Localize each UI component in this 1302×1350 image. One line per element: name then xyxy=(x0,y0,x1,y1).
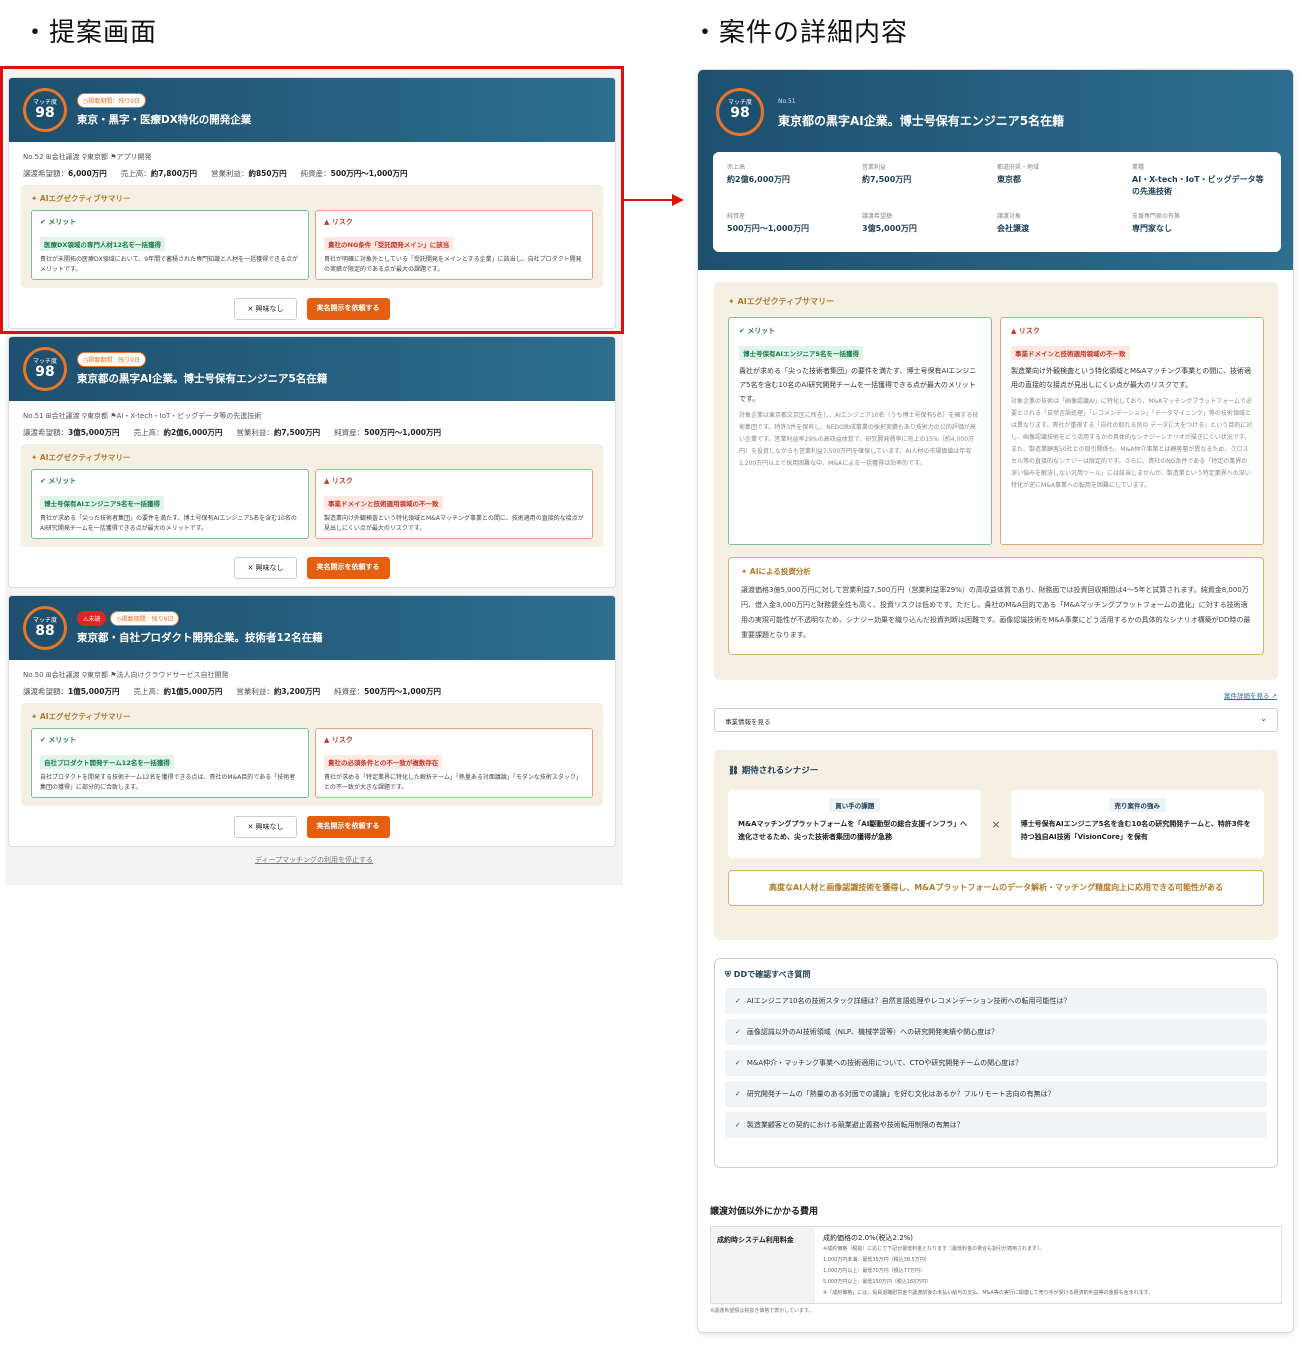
fin-item: 純資産：500万円〜1,000万円 xyxy=(334,687,442,696)
card-meta: No.50 ⊞会社譲渡 ⚲東京都 ⚑法人向けクラウドサービス自社開発 xyxy=(23,671,229,679)
check-icon: ✓ xyxy=(735,997,741,1005)
question-item: ✓ AIエンジニア10名の技術スタック詳細は？自然言語処理やレコメンデーション技術… xyxy=(725,988,1267,1014)
ai-summary: ✦ AIエグゼクティブサマリー ✔ メリット 博士号保有AIエンジニア5名を一括獲… xyxy=(21,444,603,547)
request-disclosure-button[interactable]: 実名開示を依頼する xyxy=(306,816,390,838)
price-note: ※譲渡希望額は税抜き価格で表示しています。 xyxy=(710,1308,814,1314)
investment-analysis: ✦ AIによる投資分析 譲渡価格3億5,000万円に対して営業利益7,500万円… xyxy=(728,557,1264,655)
financials: 譲渡希望額：1億5,000万円 売上高：約1億5,000万円 営業利益：約3,200… xyxy=(9,680,615,697)
check-icon: ✔ xyxy=(40,736,46,744)
check-icon: ✔ xyxy=(739,327,745,335)
fin-item: 譲渡希望額：1億5,000万円 xyxy=(23,687,120,696)
info-item: 譲渡対象 会社譲渡 xyxy=(997,213,1029,233)
deal-card[interactable]: マッチ度 98 ◷掲載期間：残り9日 東京都の黒字AI企業。博士号保有エンジニア5… xyxy=(8,336,616,588)
chevron-down-icon: ⌄ xyxy=(1260,714,1267,723)
seller-strength: 売り案件の強み 博士号保有AIエンジニア5名を含む10名の研究開発チームと、特許3… xyxy=(1010,790,1264,858)
highlight-frame xyxy=(0,66,624,334)
question-item: ✓ 製造業顧客との契約における競業避止義務や技術転用制限の有無は？ xyxy=(725,1112,1267,1138)
risk-box: ▲ リスク 事業ドメインと技術適用領域の不一致 製造業向け外観検査という特化領域とM… xyxy=(315,469,593,539)
check-icon: ✔ xyxy=(40,477,46,485)
question-item: ✓ 研究開発チームの「熱量のある対面での議論」を好む文化はあるか？フルリモート志向… xyxy=(725,1081,1267,1107)
info-item: 業種 AI・X-tech・IoT・ビッグデータ等の先進技術 xyxy=(1132,164,1264,196)
info-item: 営業利益 約7,500万円 xyxy=(862,164,912,184)
deal-detail-link[interactable]: 案件詳細を見る ↗ xyxy=(1224,690,1277,700)
link-icon: ⛓ xyxy=(728,766,739,776)
detail-header: マッチ度 98 No.51 東京都の黒字AI企業。博士号保有エンジニア5名在籍 売… xyxy=(698,70,1293,270)
check-icon: ✓ xyxy=(735,1059,741,1067)
fin-item: 純資産：500万円〜1,000万円 xyxy=(334,428,442,437)
buyer-issue: 買い手の課題 M&Aマッチングプラットフォームを「AI駆動型の総合支援インフラ」へ… xyxy=(728,790,982,858)
status-badge: ◷掲載期間：残り9日 xyxy=(110,611,180,626)
fin-item: 営業利益：約3,200万円 xyxy=(236,687,321,696)
merit-box: ✔ メリット 博士号保有AIエンジニア5名を一括獲得 貴社が求める「尖った技術者… xyxy=(728,317,992,545)
synergy-conclusion: 高度なAI人材と画像認識技術を獲得し、M&Aプラットフォームのデータ解析・マッチ… xyxy=(728,870,1264,906)
warning-icon: ▲ xyxy=(324,477,330,485)
ai-summary: ✦ AIエグゼクティブサマリー ✔ メリット 博士号保有AIエンジニア5名を一括… xyxy=(714,282,1278,680)
not-interested-button[interactable]: ✕ 興味なし xyxy=(234,557,297,579)
merit-box: ✔ メリット 博士号保有AIエンジニア5名を一括獲得 貴社が求める「尖った技術者集団… xyxy=(31,469,309,539)
not-interested-button[interactable]: ✕ 興味なし xyxy=(234,816,297,838)
left-heading: ・提案画面 xyxy=(22,18,158,48)
risk-box: ▲ リスク 事業ドメインと技術適用領域の不一致 製造業向け外観検査という特化領域… xyxy=(1000,317,1264,545)
dd-questions: ⛨ DDで確認すべき質問 ✓ AIエンジニア10名の技術スタック詳細は？自然言語処… xyxy=(714,958,1278,1168)
fin-item: 譲渡希望額：3億5,000万円 xyxy=(23,428,120,437)
financials: 譲渡希望額：3億5,000万円 売上高：約2億6,000万円 営業利益：約7,500… xyxy=(9,421,615,438)
fin-item: 売上高：約2億6,000万円 xyxy=(133,428,223,437)
fee-table: 成約時システム利用料金 成約価格の2.0%(税込2.2%) ※成約価格（税抜）に… xyxy=(710,1226,1282,1304)
match-score-ring: マッチ度 98 xyxy=(23,347,67,391)
info-item: 純資産 500万円〜1,000万円 xyxy=(727,213,810,233)
times-icon: × xyxy=(991,817,1001,831)
check-icon: ✓ xyxy=(735,1121,741,1129)
fin-item: 売上高：約1億5,000万円 xyxy=(133,687,223,696)
warning-icon: ▲ xyxy=(324,736,330,744)
request-disclosure-button[interactable]: 実名開示を依頼する xyxy=(306,557,390,579)
arrow-icon xyxy=(624,194,684,206)
question-item: ✓ M&A仲介・マッチング事業への技術適用について、CTOや研究開発チームの関心度… xyxy=(725,1050,1267,1076)
stop-link[interactable]: ディープマッチングの利用を停止する xyxy=(5,855,623,865)
card-meta: No.51 ⊞会社譲渡 ⚲東京都 ⚑AI・X-tech・IoT・ビッグデータ等の… xyxy=(23,412,262,420)
info-item: 売上高 約2億6,000万円 xyxy=(727,164,790,184)
card-header: マッチ度 98 ◷掲載期間：残り9日 東京都の黒字AI企業。博士号保有エンジニア5… xyxy=(9,337,615,401)
check-icon: ✓ xyxy=(735,1028,741,1036)
right-heading: ・案件の詳細内容 xyxy=(692,18,909,48)
fin-item: 営業利益：約7,500万円 xyxy=(236,428,321,437)
card-title[interactable]: 東京都の黒字AI企業。博士号保有エンジニア5名在籍 xyxy=(77,371,327,386)
card-title[interactable]: 東京都・自社プロダクト開発企業。技術者12名在籍 xyxy=(77,630,323,645)
status-badge: ◷掲載期間：残り9日 xyxy=(77,352,147,367)
synergy-section: ⛓ 期待されるシナジー 買い手の課題 M&Aマッチングプラットフォームを「AI駆動… xyxy=(714,750,1278,940)
detail-panel: マッチ度 98 No.51 東京都の黒字AI企業。博士号保有エンジニア5名在籍 売… xyxy=(697,69,1294,1333)
risk-box: ▲ リスク 貴社の必須条件との不一致が複数存在 貴社が求める「特定業界に特化した解析… xyxy=(315,728,593,798)
match-score-ring: マッチ度 88 xyxy=(23,606,67,650)
info-grid: 売上高 約2億6,000万円 営業利益 約7,500万円 都道府県・地域 東京都 業種 AI・… xyxy=(713,152,1281,252)
match-score-ring: マッチ度 98 xyxy=(716,88,764,136)
info-item: 譲渡希望額 3億5,000万円 xyxy=(862,213,917,233)
business-info-dropdown[interactable]: 事業情報を見る ⌄ xyxy=(714,708,1278,732)
deal-number: No.51 xyxy=(778,98,796,105)
ai-summary-title: ✦ AIエグゼクティブサマリー xyxy=(728,297,835,306)
warning-icon: ▲ xyxy=(1011,327,1017,335)
info-item: 都道府県・地域 東京都 xyxy=(997,164,1040,184)
info-item: 支援専門家の有無 専門家なし xyxy=(1132,213,1181,233)
deal-card[interactable]: マッチ度 88 ⚠未読 ◷掲載期間：残り9日 東京都・自社プロダクト開発企業。技術者… xyxy=(8,595,616,847)
question-item: ✓ 画像認識以外のAI技術領域（NLP、機械学習等）への研究開発実績や関心度は？ xyxy=(725,1019,1267,1045)
merit-box: ✔ メリット 自社プロダクト開発チーム12名を一括獲得 自社プロダクトを開発する技術… xyxy=(31,728,309,798)
card-header: マッチ度 88 ⚠未読 ◷掲載期間：残り9日 東京都・自社プロダクト開発企業。技術者… xyxy=(9,596,615,660)
check-icon: ✓ xyxy=(735,1090,741,1098)
fee-title: 譲渡対価以外にかかる費用 xyxy=(710,1207,819,1217)
ai-summary: ✦ AIエグゼクティブサマリー ✔ メリット 自社プロダクト開発チーム12名を一括… xyxy=(21,703,603,806)
shield-icon: ⛨ xyxy=(725,970,731,979)
detail-title: 東京都の黒字AI企業。博士号保有エンジニア5名在籍 xyxy=(778,114,1065,128)
status-badge: ⚠未読 xyxy=(77,611,107,626)
